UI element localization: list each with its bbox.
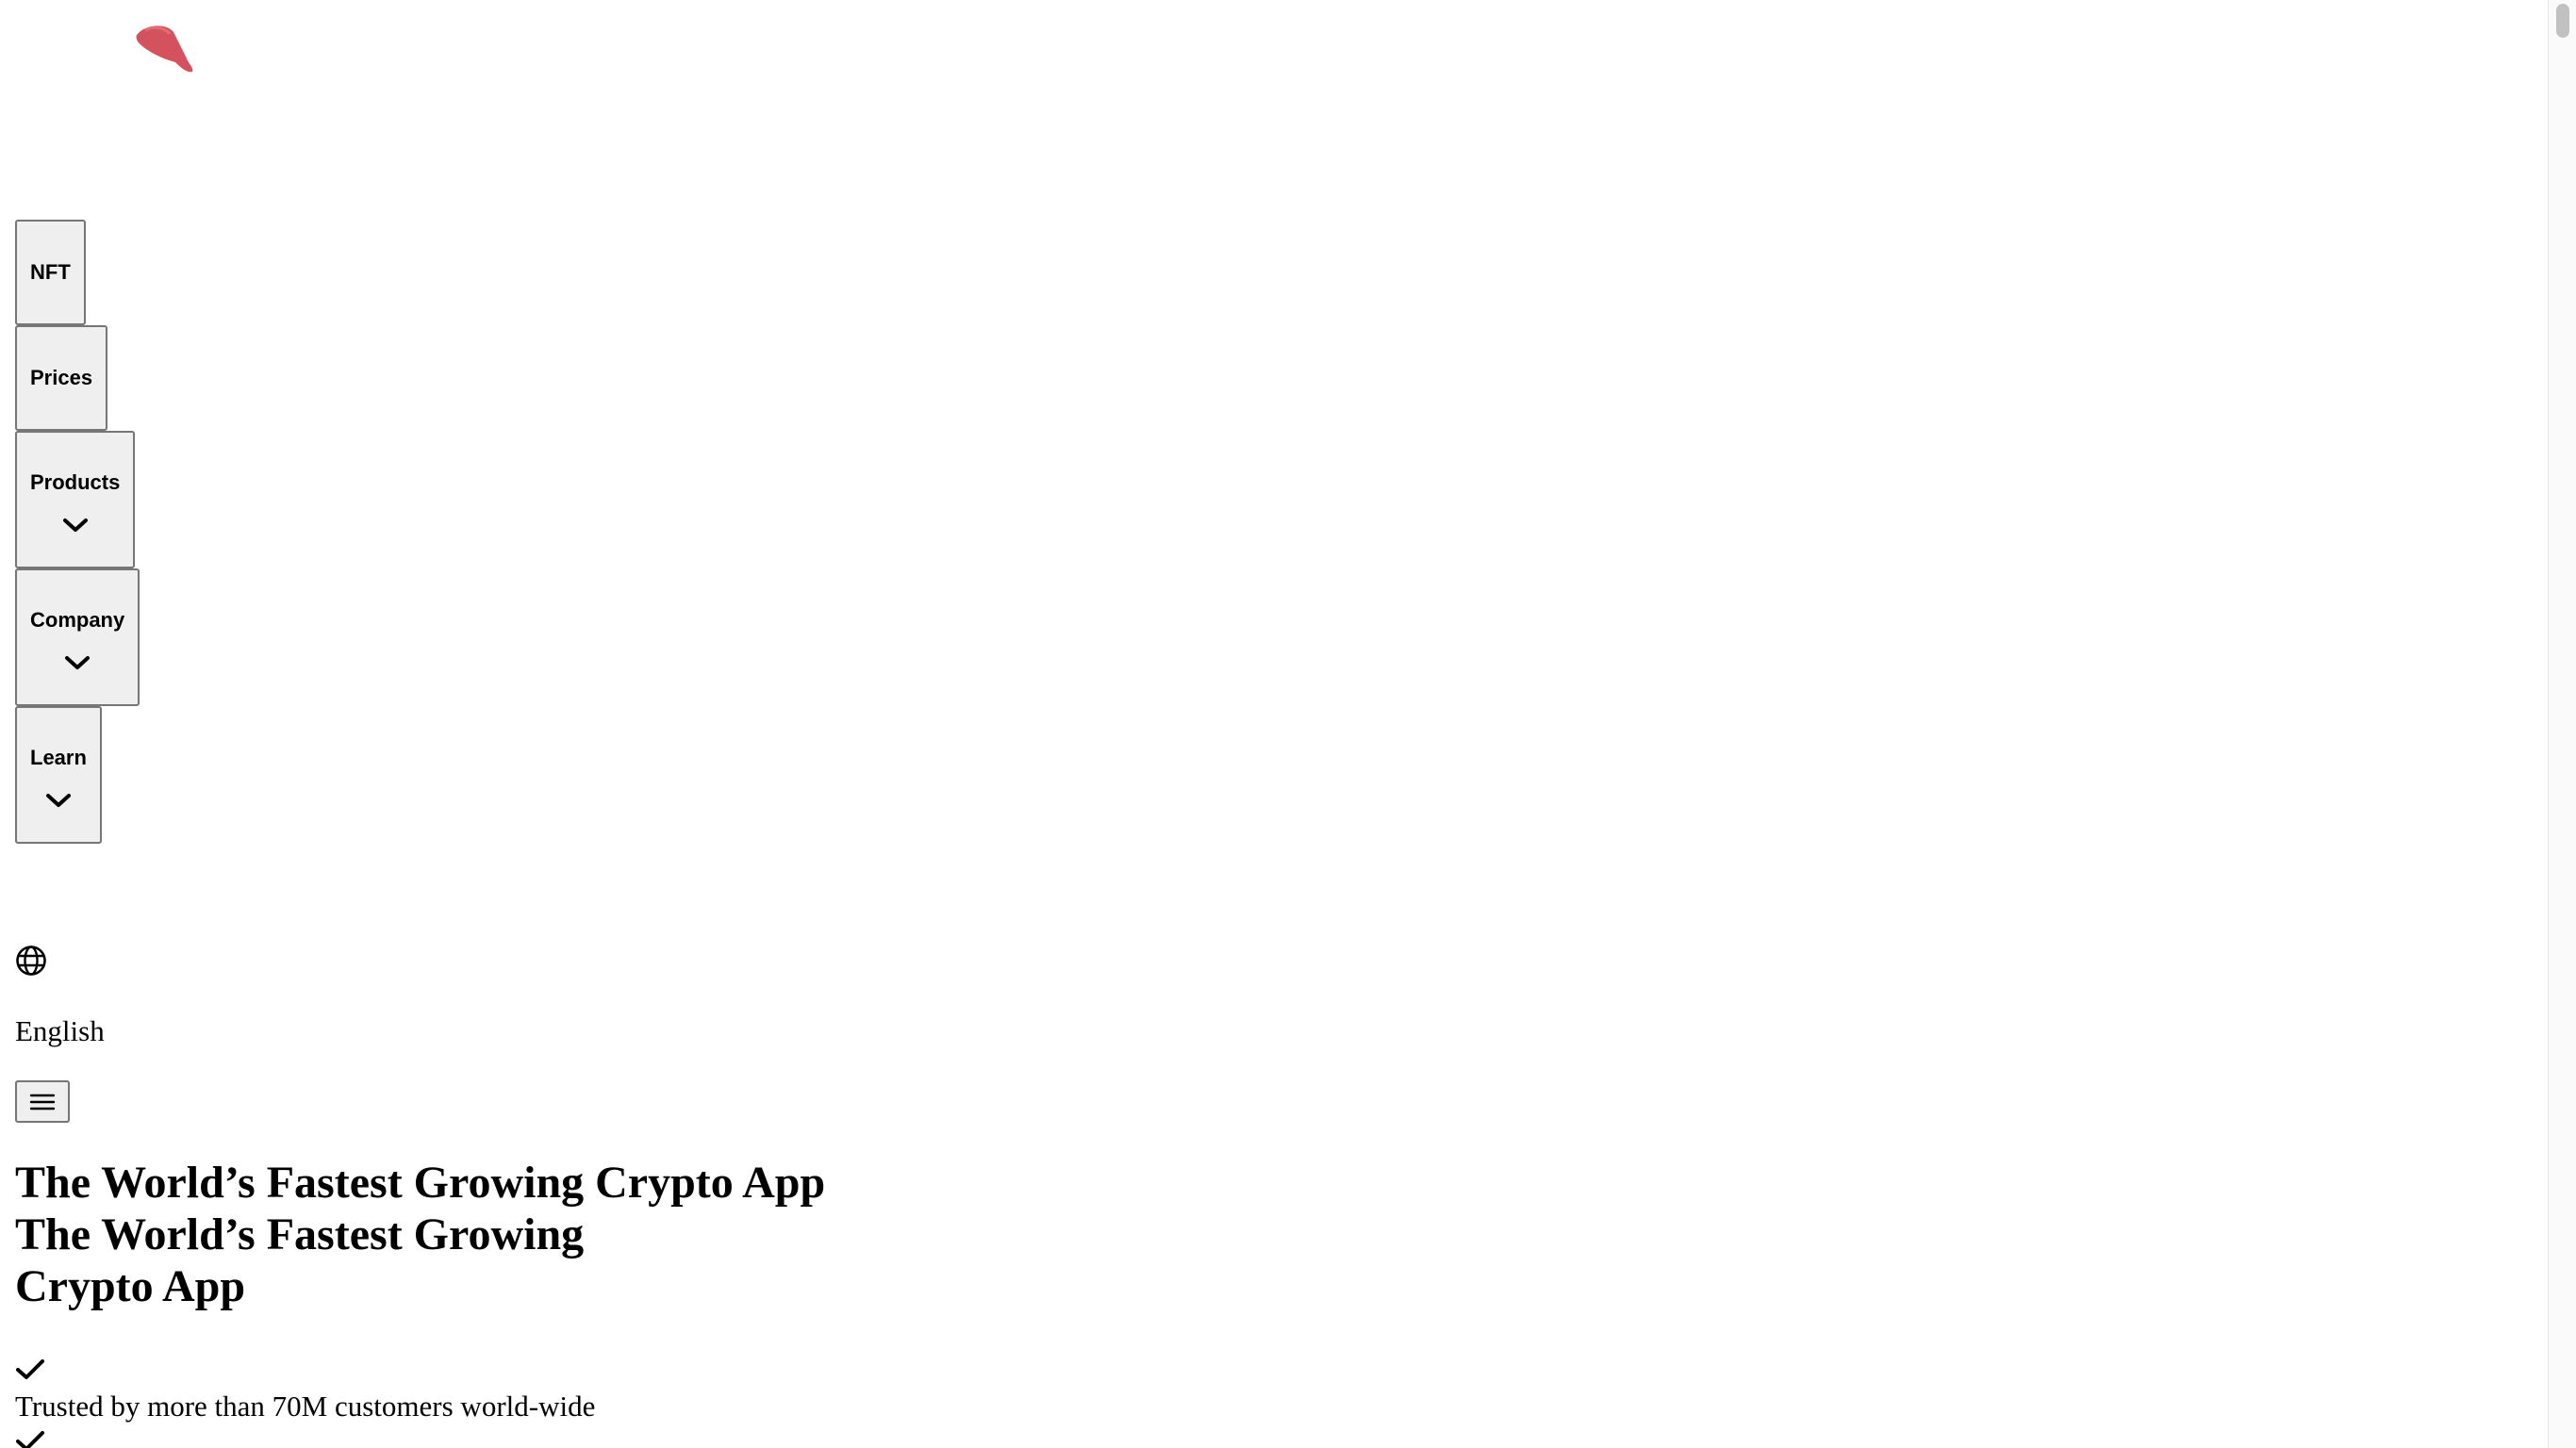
nav-label: NFT: [30, 260, 71, 284]
nav-label: Company: [30, 608, 125, 632]
checkmark-icon: [16, 1359, 44, 1379]
logo-icon[interactable]: [132, 23, 198, 75]
hero-title: The World’s Fastest Growing Crypto App T…: [15, 1157, 825, 1312]
page: NFT Prices Products Company Learn Englis…: [0, 0, 2548, 1448]
main-nav: NFT Prices Products Company Learn: [15, 220, 140, 844]
vertical-scrollbar[interactable]: [2548, 0, 2576, 1448]
chevron-down-icon: [62, 518, 88, 532]
nav-label: Prices: [30, 366, 93, 389]
hero-title-line: Crypto App: [15, 1261, 246, 1311]
language-selector[interactable]: English: [15, 945, 105, 1047]
chevron-down-icon: [65, 656, 91, 669]
nav-label: Products: [30, 470, 121, 494]
nav-label: Learn: [30, 746, 87, 769]
chevron-down-icon: [45, 794, 71, 807]
nav-button-company[interactable]: Company: [15, 568, 140, 706]
nav-button-nft[interactable]: NFT: [15, 220, 86, 325]
nav-button-prices[interactable]: Prices: [15, 325, 108, 431]
scrollbar-thumb[interactable]: [2556, 4, 2569, 38]
hero-title-line: The World’s Fastest Growing: [15, 1209, 585, 1259]
hero-title-line: The World’s Fastest Growing Crypto App: [15, 1158, 826, 1208]
hamburger-menu-icon: [29, 1094, 56, 1110]
nav-button-products[interactable]: Products: [15, 431, 136, 568]
globe-icon: [16, 946, 46, 976]
nav-button-learn[interactable]: Learn: [15, 706, 102, 844]
language-label[interactable]: English: [15, 1014, 105, 1048]
feature-item: Trusted by more than 70M customers world…: [15, 1390, 596, 1423]
checkmark-icon: [16, 1431, 44, 1448]
hamburger-menu-button[interactable]: [15, 1080, 70, 1123]
